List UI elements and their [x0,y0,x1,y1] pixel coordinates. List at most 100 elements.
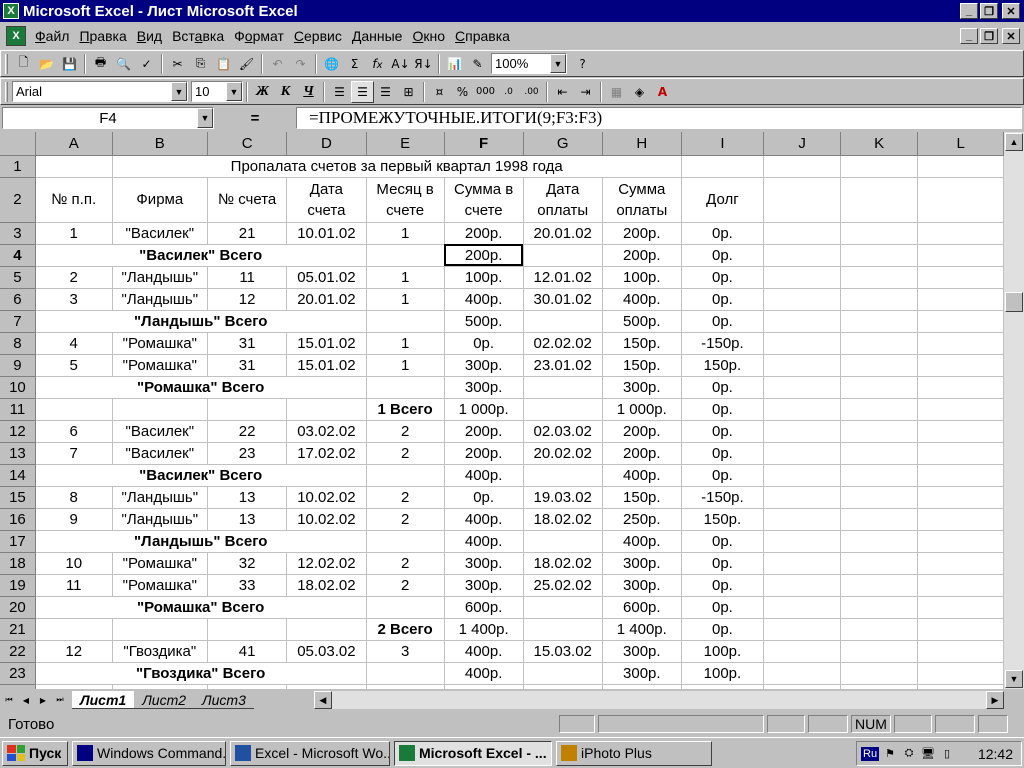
cell[interactable]: 1 [35,222,113,245]
cell[interactable]: 2 [366,442,445,465]
cell[interactable]: 2 [366,574,445,597]
cell[interactable] [366,244,445,267]
align-center-icon[interactable]: ☰ [351,80,374,103]
close-button[interactable]: ✕ [1002,3,1020,19]
cell[interactable]: 300р. [444,574,524,597]
decrease-indent-icon[interactable]: ⇤ [551,81,574,103]
cell[interactable] [763,662,842,685]
cell[interactable]: 19.03.02 [523,486,603,509]
start-button[interactable]: Пуск [2,740,68,766]
network-icon[interactable]: ⛭ [901,746,917,762]
cell[interactable]: 20.01.02 [523,222,603,245]
scroll-right-icon[interactable]: ▶ [986,691,1004,709]
cell[interactable]: 05.03.02 [286,640,367,663]
cell[interactable] [366,464,445,487]
cell[interactable]: 21 [207,222,288,245]
cell[interactable] [917,508,1004,531]
cell[interactable] [917,552,1004,575]
cell[interactable] [917,155,1004,178]
cell[interactable]: 10.02.02 [286,486,367,509]
cell[interactable]: 20.02.02 [523,442,603,465]
scroll-left-icon[interactable]: ◀ [313,691,332,709]
cell[interactable]: 15.01.02 [286,332,367,355]
cell[interactable] [840,354,919,377]
column-label[interactable]: Долг [681,177,765,223]
cell[interactable]: 150р. [602,332,682,355]
cell[interactable]: 1 [366,222,445,245]
column-header[interactable]: D [286,132,367,156]
cell[interactable]: 0р. [444,486,524,509]
column-header[interactable]: E [366,132,445,156]
menu-item[interactable]: Вставка [167,28,229,44]
cell[interactable] [35,155,113,178]
cell[interactable] [112,398,208,421]
row-header[interactable]: 16 [0,508,36,531]
cell[interactable]: 0р. [681,464,765,487]
cell[interactable] [763,177,842,223]
subtotal-label[interactable]: "Гвоздика" Всего [35,662,367,685]
cell[interactable]: 2 [366,552,445,575]
cell[interactable] [840,442,919,465]
first-sheet-icon[interactable]: ⏮ [1,692,17,708]
cell[interactable]: 18.02.02 [523,508,603,531]
cell[interactable] [681,155,765,178]
menu-item[interactable]: Формат [229,28,289,44]
cell[interactable]: 100р. [681,662,765,685]
cell[interactable] [840,486,919,509]
cell[interactable] [763,596,842,619]
cell[interactable]: "Ландышь" [112,288,208,311]
row-header[interactable]: 13 [0,442,36,465]
row-header[interactable]: 19 [0,574,36,597]
autosum-icon[interactable]: Σ [343,53,366,75]
doc-restore-button[interactable]: ❐ [980,28,998,44]
cell[interactable]: 400р. [602,464,682,487]
cell[interactable]: 200р. [444,244,524,267]
cell[interactable] [840,398,919,421]
percent-icon[interactable]: % [451,81,474,103]
cell[interactable]: 250р. [602,508,682,531]
cell[interactable]: 200р. [602,222,682,245]
cell[interactable]: 31 [207,332,288,355]
row-header[interactable]: 23 [0,662,36,685]
cell[interactable]: 300р. [602,662,682,685]
copy-icon[interactable]: ⎘ [189,53,212,75]
cell[interactable]: "Ландышь" [112,486,208,509]
cell[interactable]: "Ландышь" [112,508,208,531]
cell[interactable] [840,508,919,531]
cell[interactable] [917,244,1004,267]
cell[interactable]: 0р. [681,244,765,267]
sheet-tab[interactable]: Лист1 [72,691,135,709]
cell[interactable]: 600р. [444,596,524,619]
cell[interactable]: 400р. [444,508,524,531]
chart-wizard-icon[interactable]: 📊 [443,53,466,75]
cell[interactable]: 300р. [602,376,682,399]
cell[interactable]: 12 [207,288,288,311]
cell[interactable]: 3 [366,640,445,663]
column-label[interactable]: Сумма оплаты [602,177,682,223]
cell[interactable]: "Ландышь" [112,266,208,289]
help-icon[interactable]: ? [571,53,594,75]
column-label[interactable]: № счета [207,177,288,223]
clock[interactable]: 12:42 [978,746,1013,762]
cell[interactable] [763,464,842,487]
cell[interactable] [917,310,1004,333]
cell[interactable] [840,244,919,267]
cell[interactable]: 12.02.02 [286,552,367,575]
paste-icon[interactable]: 📋 [212,53,235,75]
excel-app-icon[interactable]: X [3,3,19,19]
worksheet-grid[interactable]: A B C D E F G H I J K L 1 Пропалата счетов за первый … [0,132,1004,689]
cell[interactable] [763,552,842,575]
cell[interactable] [840,177,919,223]
cell[interactable]: 1 Всего [366,398,445,421]
cell[interactable]: 0р. [681,530,765,553]
cell[interactable]: 200р. [444,222,524,245]
align-left-icon[interactable]: ☰ [328,81,351,103]
cell[interactable] [840,376,919,399]
cell[interactable] [840,596,919,619]
cell[interactable]: 11 [35,574,113,597]
cell[interactable]: 3 [35,288,113,311]
cell[interactable] [523,596,603,619]
cell[interactable]: 2 [366,486,445,509]
cell[interactable] [763,266,842,289]
cell[interactable] [840,332,919,355]
